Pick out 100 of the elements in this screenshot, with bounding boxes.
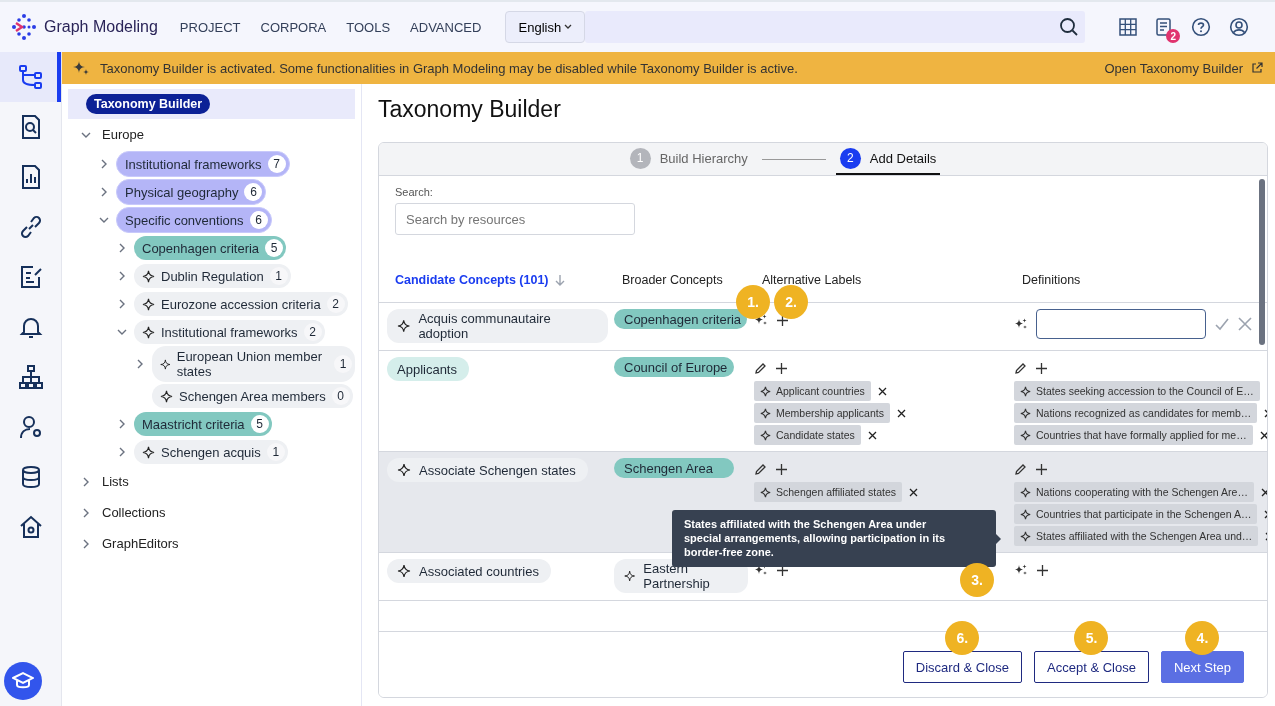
- sparkle-icon: [1020, 486, 1031, 498]
- concept-chip[interactable]: Acquis communautaire adoption: [387, 309, 608, 343]
- broader-concept-chip[interactable]: Council of Europe: [614, 357, 734, 377]
- sparkle-icon: [142, 445, 155, 459]
- definition-chip[interactable]: States affiliated with the Schengen Area und…: [1014, 526, 1259, 546]
- pencil-icon[interactable]: [1014, 462, 1027, 476]
- tree-node-chip[interactable]: Copenhagen criteria 5: [134, 236, 287, 260]
- sparkle-icon: [142, 325, 155, 339]
- remove-icon[interactable]: [867, 430, 877, 440]
- help-icon[interactable]: [1191, 17, 1212, 37]
- plus-icon[interactable]: [775, 462, 788, 476]
- remove-icon[interactable]: [909, 487, 919, 497]
- tree-item[interactable]: GraphEditors: [102, 536, 179, 551]
- count-badge: 1: [266, 443, 285, 461]
- step-callout-badge: 2.: [774, 284, 808, 319]
- sort-down-icon: [553, 273, 566, 287]
- tree-node-chip[interactable]: Institutional frameworks 2: [134, 320, 325, 344]
- broader-concept-chip[interactable]: Schengen Area: [614, 458, 734, 478]
- sidebar-nav-item[interactable]: [0, 52, 61, 102]
- remove-icon[interactable]: [1259, 430, 1267, 440]
- plus-icon[interactable]: [1035, 462, 1048, 476]
- caret-icon: [564, 24, 573, 30]
- definition-chip[interactable]: Countries that participate in the Schengen A…: [1014, 504, 1258, 524]
- definition-chip[interactable]: Nations cooperating with the Schengen Are…: [1014, 482, 1254, 502]
- language-dropdown[interactable]: English: [505, 11, 586, 43]
- step-number: 2: [839, 147, 861, 169]
- external-link-icon: [1251, 62, 1263, 74]
- sparkle-icon: [160, 357, 171, 371]
- nav-menu-item[interactable]: CORPORA: [260, 19, 327, 35]
- tree-node-chip[interactable]: Institutional frameworks 7: [116, 151, 290, 177]
- page-title: Taxonomy Builder: [378, 96, 562, 123]
- pencil-icon[interactable]: [754, 462, 767, 476]
- tree-item[interactable]: Europe: [102, 127, 144, 142]
- tree-node-chip[interactable]: Eurozone accession criteria 2: [134, 292, 348, 316]
- nav-menu-item[interactable]: TOOLS: [346, 19, 391, 35]
- tree-node-chip[interactable]: European Union member states 1: [152, 346, 355, 382]
- tree-node-chip[interactable]: Physical geography 6: [116, 179, 267, 205]
- ai-sparkle-icon[interactable]: [1014, 317, 1028, 331]
- nav-menu-item[interactable]: ADVANCED: [410, 19, 482, 35]
- remove-icon[interactable]: [877, 386, 887, 396]
- tree-node-chip[interactable]: Schengen Area members 0: [152, 384, 353, 408]
- alt-label-chip[interactable]: Candidate states: [754, 425, 861, 445]
- definition-chip[interactable]: Nations recognized as candidates for memb…: [1014, 403, 1258, 423]
- user-icon[interactable]: [1229, 17, 1250, 37]
- search-icon[interactable]: [1059, 17, 1080, 37]
- column-header[interactable]: Broader Concepts: [614, 273, 754, 287]
- grid-icon[interactable]: [1119, 18, 1138, 36]
- pencil-icon[interactable]: [754, 361, 767, 375]
- banner-message: Taxonomy Builder is activated. Some functionalities in Graph Modeling may be disabled while Taxonomy Builder is active.: [100, 60, 799, 76]
- alt-label-chip[interactable]: Applicant countries: [754, 381, 871, 401]
- open-taxonomy-link[interactable]: Open Taxonomy Builder: [1104, 60, 1263, 76]
- search-field[interactable]: [585, 11, 1086, 43]
- remove-icon[interactable]: [896, 408, 906, 418]
- count-badge: 5: [265, 239, 284, 257]
- notification-badge: 2: [1166, 29, 1181, 43]
- plus-icon[interactable]: [775, 361, 788, 375]
- column-header[interactable]: Definitions: [1014, 273, 1255, 287]
- scrollbar-thumb[interactable]: [1259, 179, 1265, 345]
- concept-chip[interactable]: Applicants: [387, 357, 469, 381]
- checkmark-icon[interactable]: [1214, 316, 1230, 332]
- column-header[interactable]: Candidate Concepts (101): [387, 273, 614, 287]
- sparkle-icon: [160, 389, 173, 403]
- step-callout-badge: 3.: [960, 563, 994, 597]
- plus-icon[interactable]: [1035, 361, 1048, 375]
- sparkle-icon: [1020, 508, 1031, 520]
- tree-item[interactable]: Collections: [102, 505, 166, 520]
- ai-sparkle-icon[interactable]: [754, 313, 768, 327]
- wizard-step[interactable]: 2 Add Details: [835, 143, 941, 175]
- step-callout-badge: 5.: [1074, 621, 1109, 655]
- tree-node-chip[interactable]: Maastricht criteria 5: [134, 412, 272, 436]
- sparkle-icon: [397, 564, 411, 578]
- sparkle-icon: [397, 463, 411, 477]
- resource-search-field[interactable]: Search by resources: [395, 203, 635, 235]
- ai-sparkle-icon[interactable]: [1014, 563, 1028, 577]
- broader-concept-chip[interactable]: Copenhagen criteria: [614, 309, 748, 329]
- primary-button[interactable]: Next Step: [1160, 651, 1244, 683]
- column-header[interactable]: Alternative Labels: [754, 273, 1014, 287]
- remove-icon[interactable]: [1260, 487, 1267, 497]
- concept-chip[interactable]: Associated countries: [387, 559, 551, 583]
- pencil-icon[interactable]: [1014, 361, 1027, 375]
- tree-item[interactable]: Lists: [102, 474, 129, 489]
- wizard-step[interactable]: 1 Build Hierarchy: [625, 143, 752, 175]
- count-badge: 7: [267, 155, 286, 173]
- alt-label-chip[interactable]: Schengen affiliated states: [754, 482, 903, 502]
- definition-chip[interactable]: States seeking accession to the Council of E…: [1014, 381, 1260, 401]
- concept-chip[interactable]: Associate Schengen states: [387, 458, 588, 482]
- sparkle-icon: [760, 385, 771, 397]
- plus-icon[interactable]: [1036, 563, 1049, 577]
- tree-node-chip[interactable]: Dublin Regulation 1: [134, 264, 291, 288]
- alt-label-chip[interactable]: Membership applicants: [754, 403, 890, 423]
- tree-node-chip[interactable]: Schengen acquis 1: [134, 440, 288, 464]
- academy-button[interactable]: [4, 662, 42, 700]
- tree-node-chip[interactable]: Specific conventions 6: [116, 207, 272, 233]
- definition-chip[interactable]: Countries that have formally applied for me…: [1014, 425, 1253, 445]
- outline-button[interactable]: Accept & Close: [1034, 651, 1149, 683]
- definition-input-field[interactable]: [1036, 309, 1206, 339]
- tree-root-chip[interactable]: Taxonomy Builder: [86, 94, 211, 114]
- nav-menu-item[interactable]: PROJECT: [179, 19, 241, 35]
- outline-button[interactable]: Discard & Close: [902, 651, 1023, 683]
- org-chart-icon: [17, 364, 44, 390]
